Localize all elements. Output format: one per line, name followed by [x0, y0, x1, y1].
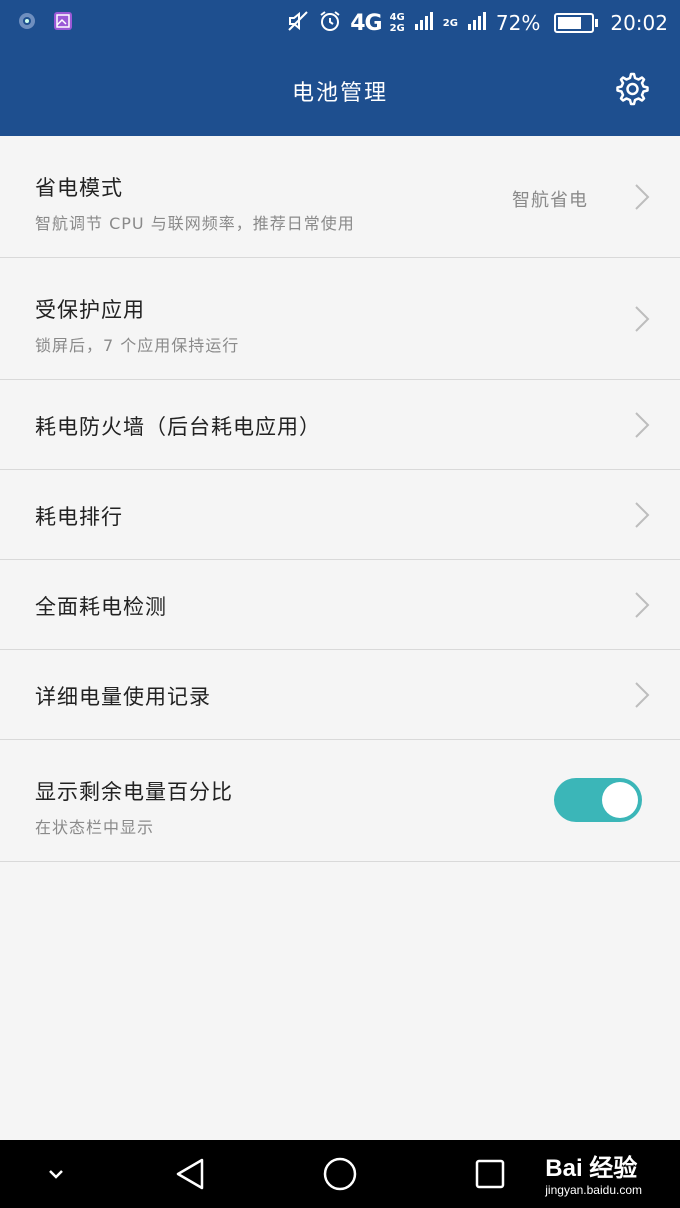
- gear-icon: [611, 69, 651, 113]
- nav-hide-button[interactable]: [36, 1140, 76, 1208]
- nav-back-button[interactable]: [168, 1140, 212, 1208]
- chevron-right-icon: [635, 502, 650, 528]
- signal2-label: 2G: [442, 17, 458, 29]
- baidu-watermark: Bai 经验 jingyan.baidu.com: [545, 1148, 642, 1197]
- network-small-top: 4G: [389, 12, 405, 23]
- chevron-right-icon: [635, 184, 650, 210]
- row-power-ranking[interactable]: 耗电排行: [0, 470, 680, 560]
- row-title: 受保护应用: [35, 298, 145, 322]
- row-value: 智航省电: [512, 190, 588, 211]
- network-dual-label: 4G 2G: [390, 12, 405, 34]
- row-subtitle: 智航调节 CPU 与联网频率，推荐日常使用: [35, 214, 355, 233]
- navigation-bar: Bai 经验 jingyan.baidu.com: [0, 1140, 680, 1208]
- status-bar: 4G 4G 2G 2G 72% 20:02: [0, 0, 680, 46]
- row-protected-apps[interactable]: 受保护应用 锁屏后，7 个应用保持运行: [0, 258, 680, 380]
- settings-button[interactable]: [610, 70, 652, 112]
- app-icon-1: [16, 10, 38, 36]
- network-type-label: 4G: [350, 10, 382, 36]
- row-power-saving-mode[interactable]: 省电模式 智航调节 CPU 与联网频率，推荐日常使用 智航省电: [0, 136, 680, 258]
- network-small-bottom: 2G: [389, 23, 405, 34]
- chevron-right-icon: [635, 412, 650, 438]
- row-title: 全面耗电检测: [35, 595, 167, 619]
- row-title: 显示剩余电量百分比: [35, 780, 233, 804]
- recents-icon: [475, 1159, 505, 1189]
- back-icon: [176, 1158, 204, 1190]
- row-title: 详细电量使用记录: [35, 685, 211, 709]
- signal2-icon: [466, 10, 488, 37]
- row-title: 耗电排行: [35, 505, 123, 529]
- page-title: 电池管理: [291, 81, 388, 106]
- row-full-power-check[interactable]: 全面耗电检测: [0, 560, 680, 650]
- row-subtitle: 在状态栏中显示: [35, 818, 155, 837]
- battery-icon: [554, 13, 599, 33]
- row-subtitle: 锁屏后，7 个应用保持运行: [35, 336, 240, 355]
- row-usage-details[interactable]: 详细电量使用记录: [0, 650, 680, 740]
- row-show-battery-percent: 显示剩余电量百分比 在状态栏中显示: [0, 740, 680, 862]
- chevron-right-icon: [635, 592, 650, 618]
- toggle-knob: [602, 782, 638, 818]
- row-power-firewall[interactable]: 耗电防火墙（后台耗电应用）: [0, 380, 680, 470]
- settings-list: 省电模式 智航调节 CPU 与联网频率，推荐日常使用 智航省电 受保护应用 锁屏…: [0, 136, 680, 862]
- watermark-main: Bai 经验: [545, 1155, 638, 1182]
- home-icon: [323, 1157, 357, 1191]
- clock: 20:02: [610, 11, 668, 35]
- battery-fill: [558, 17, 582, 29]
- chevron-right-icon: [635, 682, 650, 708]
- alarm-icon: [318, 9, 342, 38]
- nav-recents-button[interactable]: [468, 1140, 512, 1208]
- chevron-down-icon: [49, 1170, 63, 1179]
- battery-percent: 72%: [495, 11, 541, 35]
- gallery-icon: [52, 10, 74, 36]
- mute-icon: [286, 9, 310, 38]
- app-bar: 电池管理: [0, 46, 680, 136]
- chevron-right-icon: [635, 306, 650, 332]
- battery-percent-toggle[interactable]: [554, 778, 642, 822]
- watermark-sub: jingyan.baidu.com: [545, 1183, 642, 1197]
- row-title: 省电模式: [35, 176, 123, 200]
- signal-icon: [413, 10, 435, 37]
- row-title: 耗电防火墙（后台耗电应用）: [35, 415, 321, 439]
- nav-home-button[interactable]: [318, 1140, 362, 1208]
